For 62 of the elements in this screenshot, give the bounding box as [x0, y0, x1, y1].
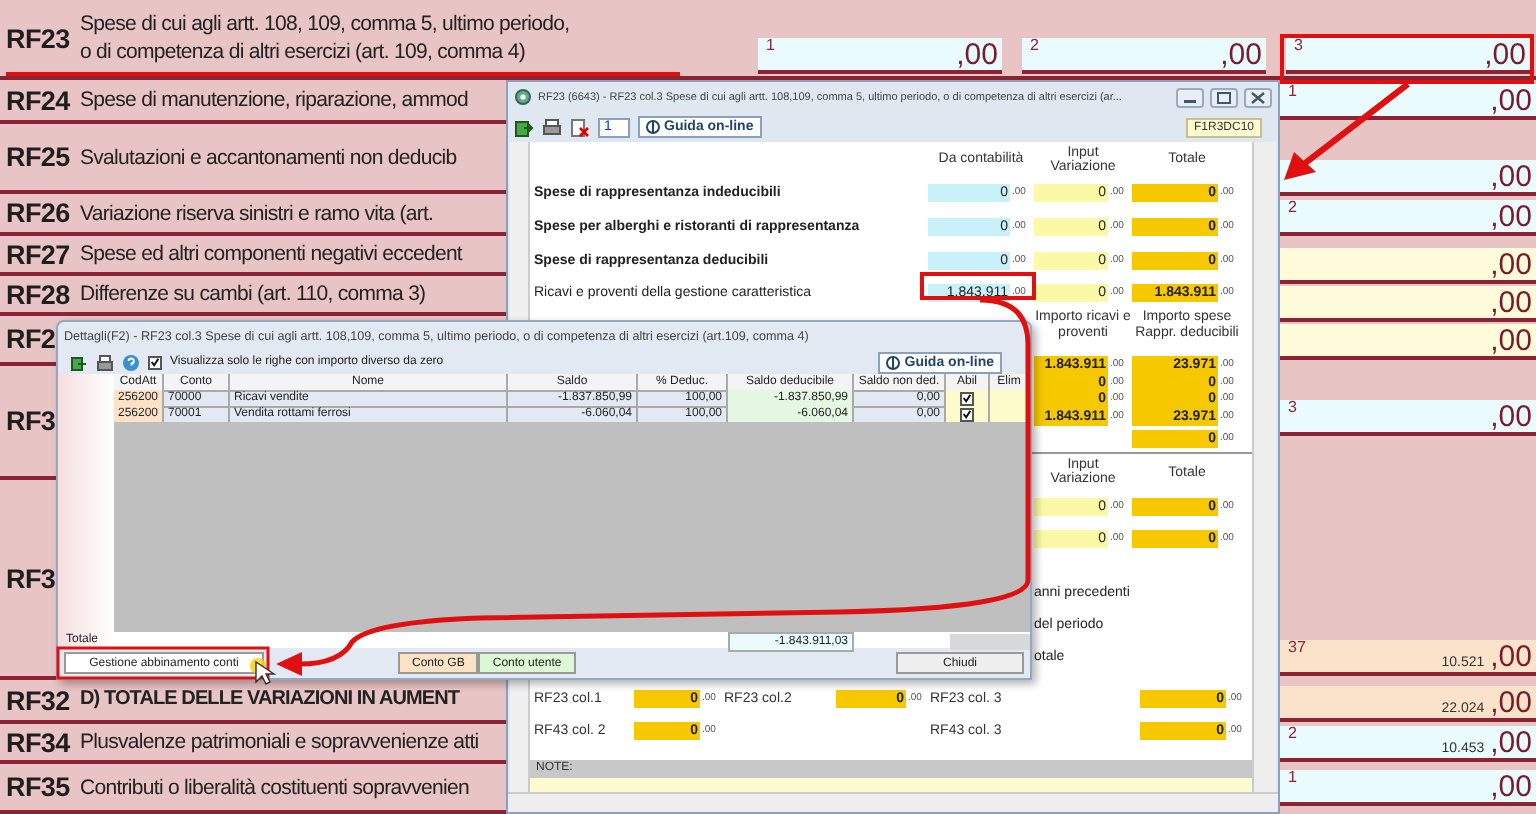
amount-field[interactable]: ,00: [1280, 286, 1536, 322]
amount-field[interactable]: 1 ,00: [1280, 770, 1536, 806]
row-code: RF26: [6, 198, 72, 228]
row-label: Contributi o liberalità costituenti sopravvenien: [80, 773, 469, 801]
amount-field[interactable]: 3 ,00: [1280, 400, 1536, 436]
highlight-frame: [920, 272, 1036, 300]
row-label: D) TOTALE DELLE VARIAZIONI IN AUMENT: [80, 686, 460, 714]
row-code: RF25: [6, 142, 72, 172]
cursor-icon: [250, 658, 277, 685]
maximize-icon: [1214, 89, 1234, 105]
field-number: 1: [1288, 84, 1297, 100]
printer-icon: [96, 353, 114, 371]
close-icon: [1248, 89, 1268, 105]
compass-icon: [886, 355, 901, 369]
field-number: 3: [1288, 400, 1297, 416]
row-code: RF32: [6, 685, 72, 715]
delete-document-icon: [570, 117, 590, 137]
amount-field[interactable]: 1 ,00: [758, 38, 1002, 74]
field-number: 2: [1288, 200, 1297, 216]
field-number: 2: [1030, 38, 1039, 54]
row-code: RF28: [6, 279, 72, 309]
arrow: [1284, 81, 1410, 180]
row-code: RF24: [6, 85, 72, 115]
printer-icon: [542, 117, 562, 137]
row-code: RF3: [6, 406, 58, 436]
checkbox[interactable]: [148, 355, 162, 369]
field-number: 3: [1294, 38, 1303, 54]
amount-field[interactable]: 1 ,00: [1280, 84, 1536, 120]
row-code: RF23: [6, 23, 72, 53]
help-icon: [122, 353, 140, 371]
field-number: 2: [1288, 726, 1297, 742]
row-code: RF3: [6, 563, 58, 593]
export-icon: [514, 117, 534, 137]
row-label: Variazione riserva sinistri e ramo vita (art.: [80, 199, 434, 227]
row-label: Spese di manutenzione, riparazione, ammod: [80, 86, 469, 114]
maximize-button[interactable]: [1210, 87, 1238, 107]
row-label: Differenze su cambi (art. 110, comma 3): [80, 280, 426, 308]
amount-field[interactable]: ,00: [1280, 160, 1536, 196]
app-icon: [514, 88, 532, 106]
row-label: Plusvalenze patrimoniali e sopravvenienze atti: [80, 728, 479, 756]
amount-field[interactable]: 2 ,00: [1022, 38, 1266, 74]
field-number: 1: [1288, 770, 1297, 786]
export-icon: [70, 353, 88, 371]
close-button[interactable]: [1244, 87, 1272, 107]
amount-field[interactable]: 3 ,00: [1286, 38, 1530, 74]
field-number: 37: [1288, 640, 1306, 656]
checkbox[interactable]: [960, 407, 974, 421]
row-label: Spese ed altri componenti negativi eccedent: [80, 240, 462, 268]
row-label: Svalutazioni e accantonamenti non deducib: [80, 143, 457, 171]
amount-field[interactable]: ,00: [1280, 324, 1536, 360]
row-code: RF27: [6, 239, 72, 269]
minimize-button[interactable]: [1176, 87, 1204, 107]
row-code: RF34: [6, 727, 72, 757]
field-number: 1: [766, 38, 775, 54]
compass-icon: [646, 120, 660, 134]
amount-field[interactable]: 2 ,00: [1280, 200, 1536, 236]
note-field[interactable]: [530, 778, 1252, 792]
row-code: RF35: [6, 772, 72, 802]
row-label: Spese di cui agli artt. 108, 109, comma 5, ultimo periodo, o di competenza di altri esercizi (art. 109, comma 4): [80, 10, 570, 66]
amount-field[interactable]: ,00: [1280, 248, 1536, 284]
scrollbar: [950, 634, 1030, 650]
checkbox[interactable]: [960, 391, 974, 405]
